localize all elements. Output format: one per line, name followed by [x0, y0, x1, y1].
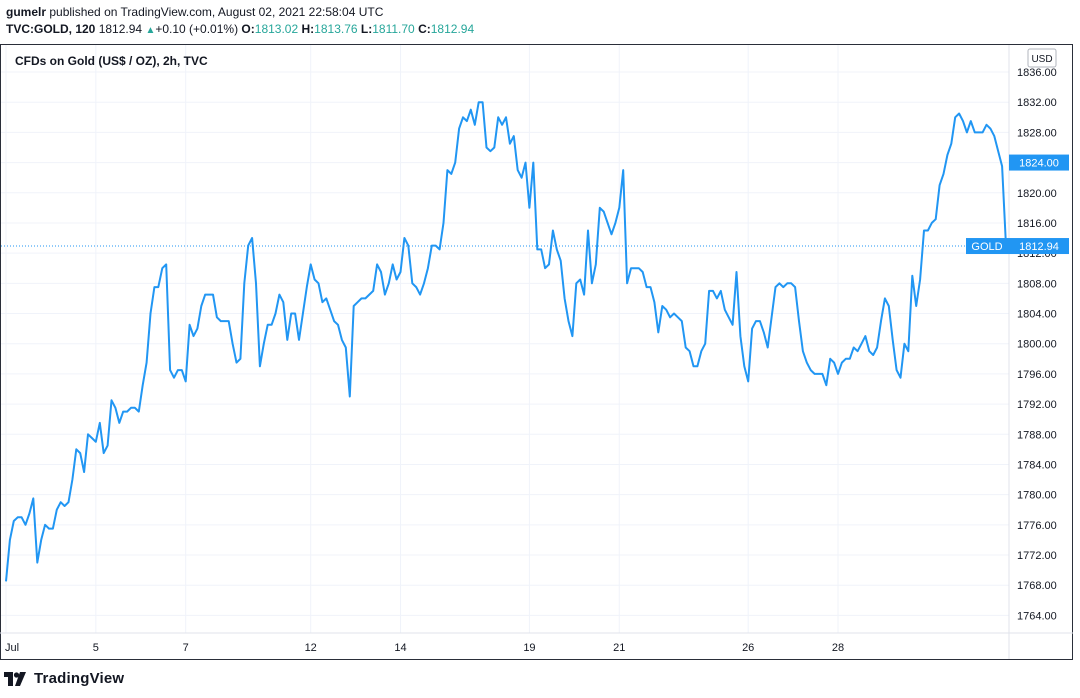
currency-badge[interactable]: USD: [1027, 48, 1057, 68]
y-tick-label: 1796.00: [1017, 369, 1057, 381]
tradingview-logo-icon: [4, 671, 26, 686]
y-tick-label: 1804.00: [1017, 309, 1057, 321]
y-tick-label: 1828.00: [1017, 127, 1057, 139]
y-tick-label: 1780.00: [1017, 490, 1057, 502]
y-tick-label: 1792.00: [1017, 399, 1057, 411]
grid-lines: [1, 45, 1009, 633]
time-axis[interactable]: Jul 5 7 12 14 19 21 26 28: [5, 642, 844, 654]
chart-title: CFDs on Gold (US$ / OZ), 2h, TVC: [15, 54, 208, 68]
x-tick-label: 12: [305, 642, 317, 654]
last-price-badge: GOLD 1812.94: [966, 238, 1069, 255]
y-tick-label: 1820.00: [1017, 188, 1057, 200]
svg-text:1824.00: 1824.00: [1019, 158, 1059, 170]
last-price-tag: 1812.94: [1019, 241, 1059, 253]
y-tick-label: 1836.00: [1017, 67, 1057, 79]
crosshair-price-label: 1824.00: [1009, 154, 1069, 171]
y-tick-label: 1800.00: [1017, 339, 1057, 351]
x-tick-label: Jul: [5, 642, 19, 654]
x-tick-label: 14: [394, 642, 406, 654]
footer-brand[interactable]: TradingView: [4, 670, 124, 687]
symbol-tag: GOLD: [971, 241, 1002, 253]
x-tick-label: 19: [523, 642, 535, 654]
y-tick-label: 1764.00: [1017, 610, 1057, 622]
y-tick-label: 1788.00: [1017, 429, 1057, 441]
y-tick-label: 1808.00: [1017, 278, 1057, 290]
x-tick-label: 7: [183, 642, 189, 654]
y-tick-label: 1768.00: [1017, 580, 1057, 592]
price-axis[interactable]: 1764.00 1768.00 1772.00 1776.00 1780.00 1784.…: [1017, 67, 1057, 622]
y-tick-label: 1816.00: [1017, 218, 1057, 230]
y-tick-label: 1776.00: [1017, 520, 1057, 532]
y-tick-label: 1772.00: [1017, 550, 1057, 562]
x-tick-label: 28: [832, 642, 844, 654]
x-tick-label: 5: [93, 642, 99, 654]
currency-label: USD: [1031, 54, 1052, 65]
y-tick-label: 1832.00: [1017, 97, 1057, 109]
brand-name: TradingView: [34, 670, 125, 687]
price-chart[interactable]: 1764.00 1768.00 1772.00 1776.00 1780.00 1784.…: [0, 0, 1080, 698]
series-line-gold[interactable]: [5, 101, 1007, 582]
x-tick-label: 26: [742, 642, 754, 654]
x-tick-label: 21: [613, 642, 625, 654]
y-tick-label: 1784.00: [1017, 459, 1057, 471]
